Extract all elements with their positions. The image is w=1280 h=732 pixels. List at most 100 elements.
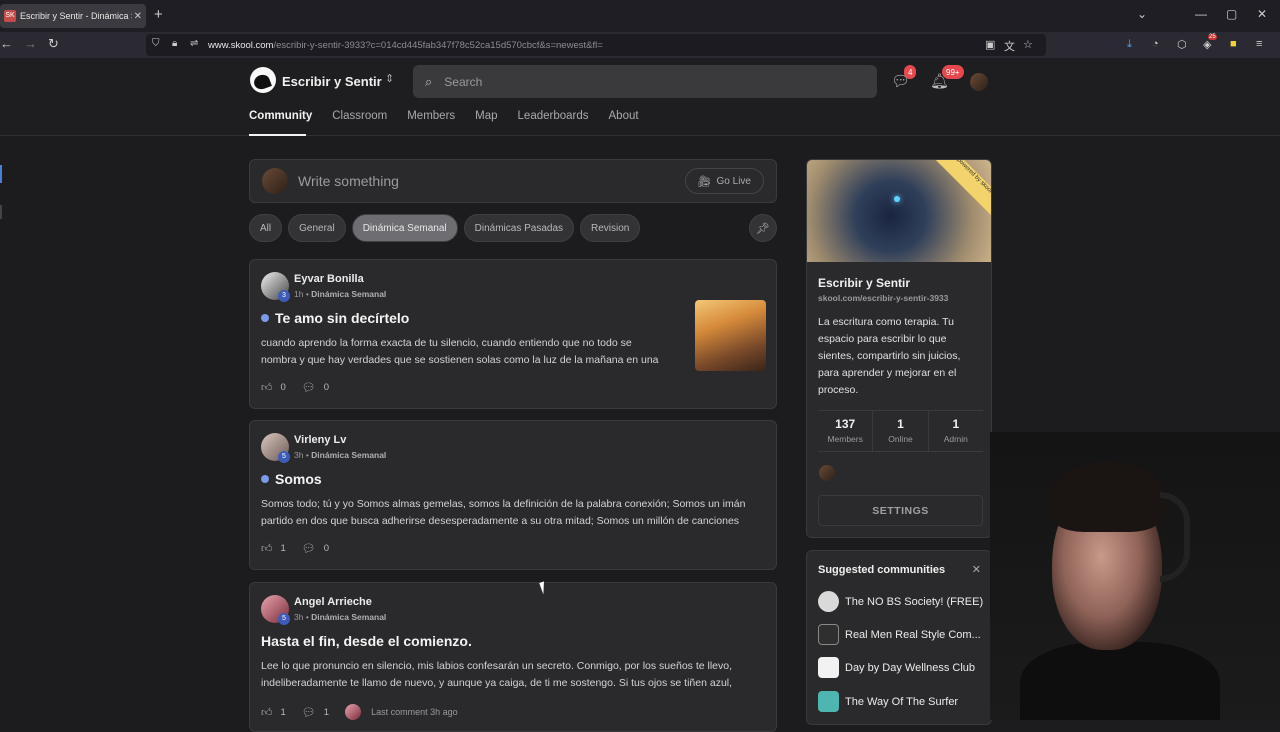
headset <box>1160 492 1190 582</box>
community-logo[interactable] <box>250 67 276 93</box>
suggested-title: Suggested communities <box>818 564 946 576</box>
post-title[interactable]: Te amo sin decírtelo <box>261 310 409 326</box>
maximize-icon[interactable]: ▢ <box>1226 7 1237 21</box>
like-icon[interactable]: 👍︎ <box>261 381 273 394</box>
lock-icon[interactable]: 🔒︎ <box>172 38 177 49</box>
translate-icon[interactable]: 文 <box>1004 38 1015 54</box>
sidebar-community-name: Escribir y Sentir <box>818 276 911 290</box>
close-window-icon[interactable]: ✕ <box>1257 7 1267 21</box>
extensions-icon[interactable]: ⬡ <box>1177 38 1187 51</box>
tab-members[interactable]: Members <box>407 110 455 122</box>
like-icon[interactable]: 👍︎ <box>261 542 273 555</box>
sidebar-community-url[interactable]: skool.com/escribir-y-sentir-3933 <box>818 293 948 303</box>
post-card[interactable]: 5 Angel Arrieche 3h • Dinámica Semanal H… <box>249 582 777 732</box>
ext-r-icon[interactable]: ■ <box>1230 38 1237 50</box>
active-tab-indicator <box>249 134 306 136</box>
post-author[interactable]: Angel Arrieche <box>294 596 372 608</box>
tab-about[interactable]: About <box>609 110 639 122</box>
reload-icon[interactable]: ↻ <box>48 36 59 52</box>
filter-dinamicas-pasadas[interactable]: Dinámicas Pasadas <box>463 214 575 242</box>
community-banner: powered by skool <box>807 160 991 262</box>
shield-icon[interactable]: ⛉ <box>152 38 160 49</box>
filter-revision[interactable]: Revision <box>580 214 641 242</box>
post-excerpt: Lee lo que pronuncio en silencio, mis la… <box>261 660 733 689</box>
suggested-item[interactable]: Day by Day Wellness Club <box>818 657 975 678</box>
settings-button[interactable]: SETTINGS <box>818 495 983 526</box>
community-stats: 137 Members 1 Online 1 Admin <box>818 410 983 452</box>
stat-members[interactable]: 137 Members <box>818 411 874 451</box>
banner-eye <box>894 196 900 202</box>
favicon-icon: SK <box>4 10 16 22</box>
comment-count: 0 <box>323 543 330 554</box>
tab-leaderboards[interactable]: Leaderboards <box>518 110 589 122</box>
level-badge: 3 <box>278 290 290 302</box>
tab-map[interactable]: Map <box>475 110 497 122</box>
go-live-button[interactable]: 🎥︎ Go Live <box>684 168 764 194</box>
comment-icon[interactable]: 💬︎ <box>302 706 316 719</box>
url-host: www.skool.com <box>208 39 274 51</box>
post-author[interactable]: Eyvar Bonilla <box>294 273 364 285</box>
new-tab-icon[interactable]: + <box>154 6 163 23</box>
post-excerpt: Somos todo; tú y yo Somos almas gemelas,… <box>261 498 746 527</box>
post-author[interactable]: Virleny Lv <box>294 434 346 446</box>
suggested-item[interactable]: Real Men Real Style Com... <box>818 624 981 645</box>
post-title[interactable]: Hasta el fin, desde el comienzo. <box>261 633 472 649</box>
filter-general[interactable]: General <box>288 214 346 242</box>
go-live-label: Go Live <box>716 175 751 187</box>
tab-list-icon[interactable]: ⌄ <box>1137 7 1147 21</box>
search-icon: ⌕ <box>425 73 433 89</box>
scroll-marker <box>0 165 2 183</box>
clock-icon[interactable]: ◔ <box>1152 38 1159 50</box>
ext-badge: 25 <box>1208 34 1217 40</box>
url-path: /escribir-y-sentir-3933?c=014cd445fab347… <box>273 39 603 51</box>
filter-all[interactable]: All <box>249 214 283 242</box>
back-icon[interactable]: ← <box>0 36 13 51</box>
community-icon <box>818 657 839 678</box>
download-icon[interactable]: ⤓ <box>1127 38 1132 51</box>
minimize-icon[interactable]: — <box>1195 7 1207 21</box>
pin-icon[interactable]: 📌︎ <box>749 214 777 242</box>
post-stats: 👍︎ 1 💬︎ 1 Last comment 3h ago <box>261 704 458 720</box>
browser-tabbar: SK Escribir y Sentir - Dinámica Sema ✕ +… <box>0 0 1280 32</box>
webcam-body <box>1020 642 1220 720</box>
filter-dinamica-semanal[interactable]: Dinámica Semanal <box>351 214 458 242</box>
admin-avatar[interactable] <box>819 465 835 481</box>
composer-avatar <box>262 168 288 194</box>
community-description: La escritura como terapia. Tu espacio pa… <box>818 316 961 396</box>
tab-title: Escribir y Sentir - Dinámica Sema <box>20 11 132 21</box>
forward-icon[interactable]: → <box>24 36 37 51</box>
suggested-item[interactable]: The Way Of The Surfer <box>818 691 958 712</box>
composer-placeholder: Write something <box>298 173 399 189</box>
menu-icon[interactable]: ≡ <box>1256 38 1262 50</box>
close-tab-icon[interactable]: ✕ <box>134 11 142 22</box>
comment-icon[interactable]: 💬︎ <box>302 542 316 555</box>
level-badge: 5 <box>278 613 290 625</box>
suggested-item[interactable]: The NO BS Society! (FREE) <box>818 591 983 612</box>
bookmark-star-icon[interactable]: ☆ <box>1023 38 1033 51</box>
switch-community-icon[interactable]: ⇕ <box>385 72 394 85</box>
community-name[interactable]: Escribir y Sentir <box>282 74 382 89</box>
powered-by-ribbon[interactable]: powered by skool <box>931 160 991 219</box>
post-thumbnail[interactable] <box>695 300 766 371</box>
like-icon[interactable]: 👍︎ <box>261 706 273 719</box>
user-avatar[interactable] <box>970 73 988 91</box>
post-title[interactable]: Somos <box>261 471 322 487</box>
comment-icon[interactable]: 💬︎ <box>302 381 316 394</box>
address-bar[interactable]: www.skool.com/escribir-y-sentir-3933?c=0… <box>146 34 1046 56</box>
browser-tab[interactable]: SK Escribir y Sentir - Dinámica Sema ✕ <box>0 4 146 28</box>
stat-online[interactable]: 1 Online <box>873 411 929 451</box>
post-excerpt: cuando aprendo la forma exacta de tu sil… <box>261 337 659 366</box>
post-card[interactable]: 3 Eyvar Bonilla 1h • Dinámica Semanal Te… <box>249 259 777 409</box>
post-composer[interactable]: Write something 🎥︎ Go Live <box>249 159 777 203</box>
tab-community[interactable]: Community <box>249 110 312 122</box>
notification-badge: 99+ <box>942 65 964 79</box>
permissions-icon[interactable]: ⇌ <box>190 38 198 49</box>
reader-icon[interactable]: ▣ <box>985 38 995 51</box>
community-icon <box>818 691 839 712</box>
stat-admin[interactable]: 1 Admin <box>929 411 983 451</box>
search-input[interactable]: ⌕ Search <box>413 65 877 98</box>
tab-classroom[interactable]: Classroom <box>332 110 387 122</box>
close-icon[interactable]: ✕ <box>972 563 981 576</box>
scroll-marker <box>0 205 2 219</box>
post-card[interactable]: 5 Virleny Lv 3h • Dinámica Semanal Somos… <box>249 420 777 570</box>
